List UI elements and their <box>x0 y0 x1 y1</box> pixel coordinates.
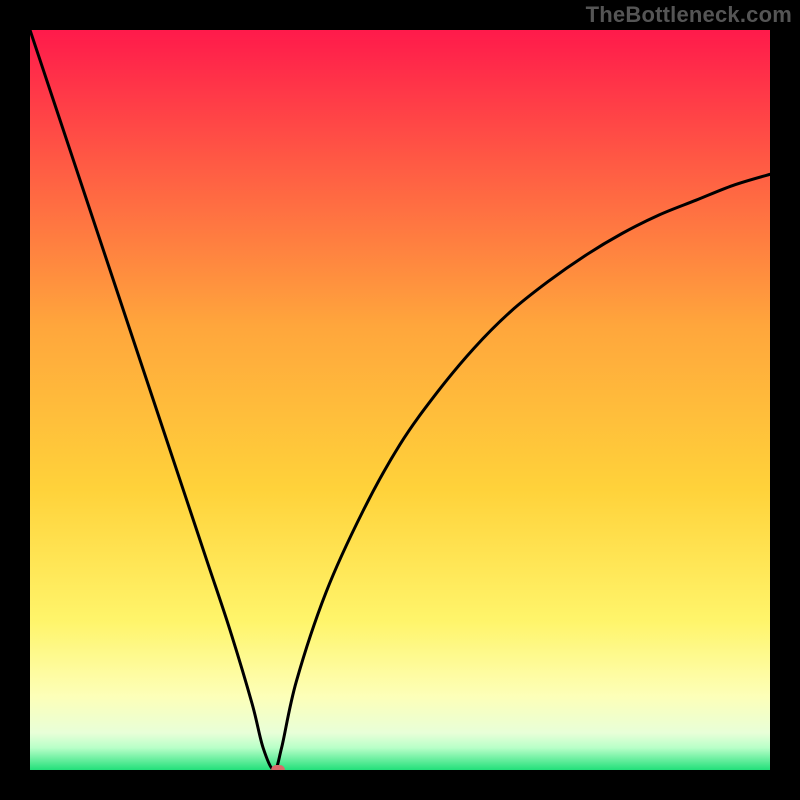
gradient-background <box>30 30 770 770</box>
min-marker <box>271 765 285 770</box>
watermark-text: TheBottleneck.com <box>586 2 792 28</box>
bottleneck-chart <box>30 30 770 770</box>
chart-frame: TheBottleneck.com <box>0 0 800 800</box>
plot-viewport <box>30 30 770 770</box>
